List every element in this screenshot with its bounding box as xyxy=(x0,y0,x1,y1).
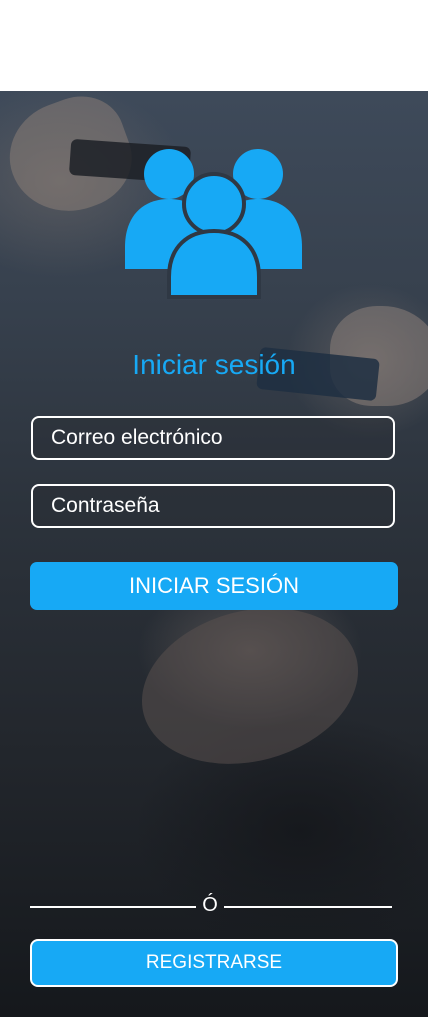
login-screen: Iniciar sesión INICIAR SESIÓN Ó REGISTRA… xyxy=(0,91,428,1017)
top-bar xyxy=(0,0,428,91)
email-field[interactable] xyxy=(31,416,395,460)
password-field[interactable] xyxy=(31,484,395,528)
background-photo-face xyxy=(124,585,376,787)
register-button[interactable]: REGISTRARSE xyxy=(30,939,398,987)
users-group-icon xyxy=(125,149,302,299)
divider-line xyxy=(224,906,392,908)
divider-line xyxy=(30,906,196,908)
page-title: Iniciar sesión xyxy=(132,349,296,380)
login-button[interactable]: INICIAR SESIÓN xyxy=(30,562,398,610)
divider-label: Ó xyxy=(202,894,218,916)
